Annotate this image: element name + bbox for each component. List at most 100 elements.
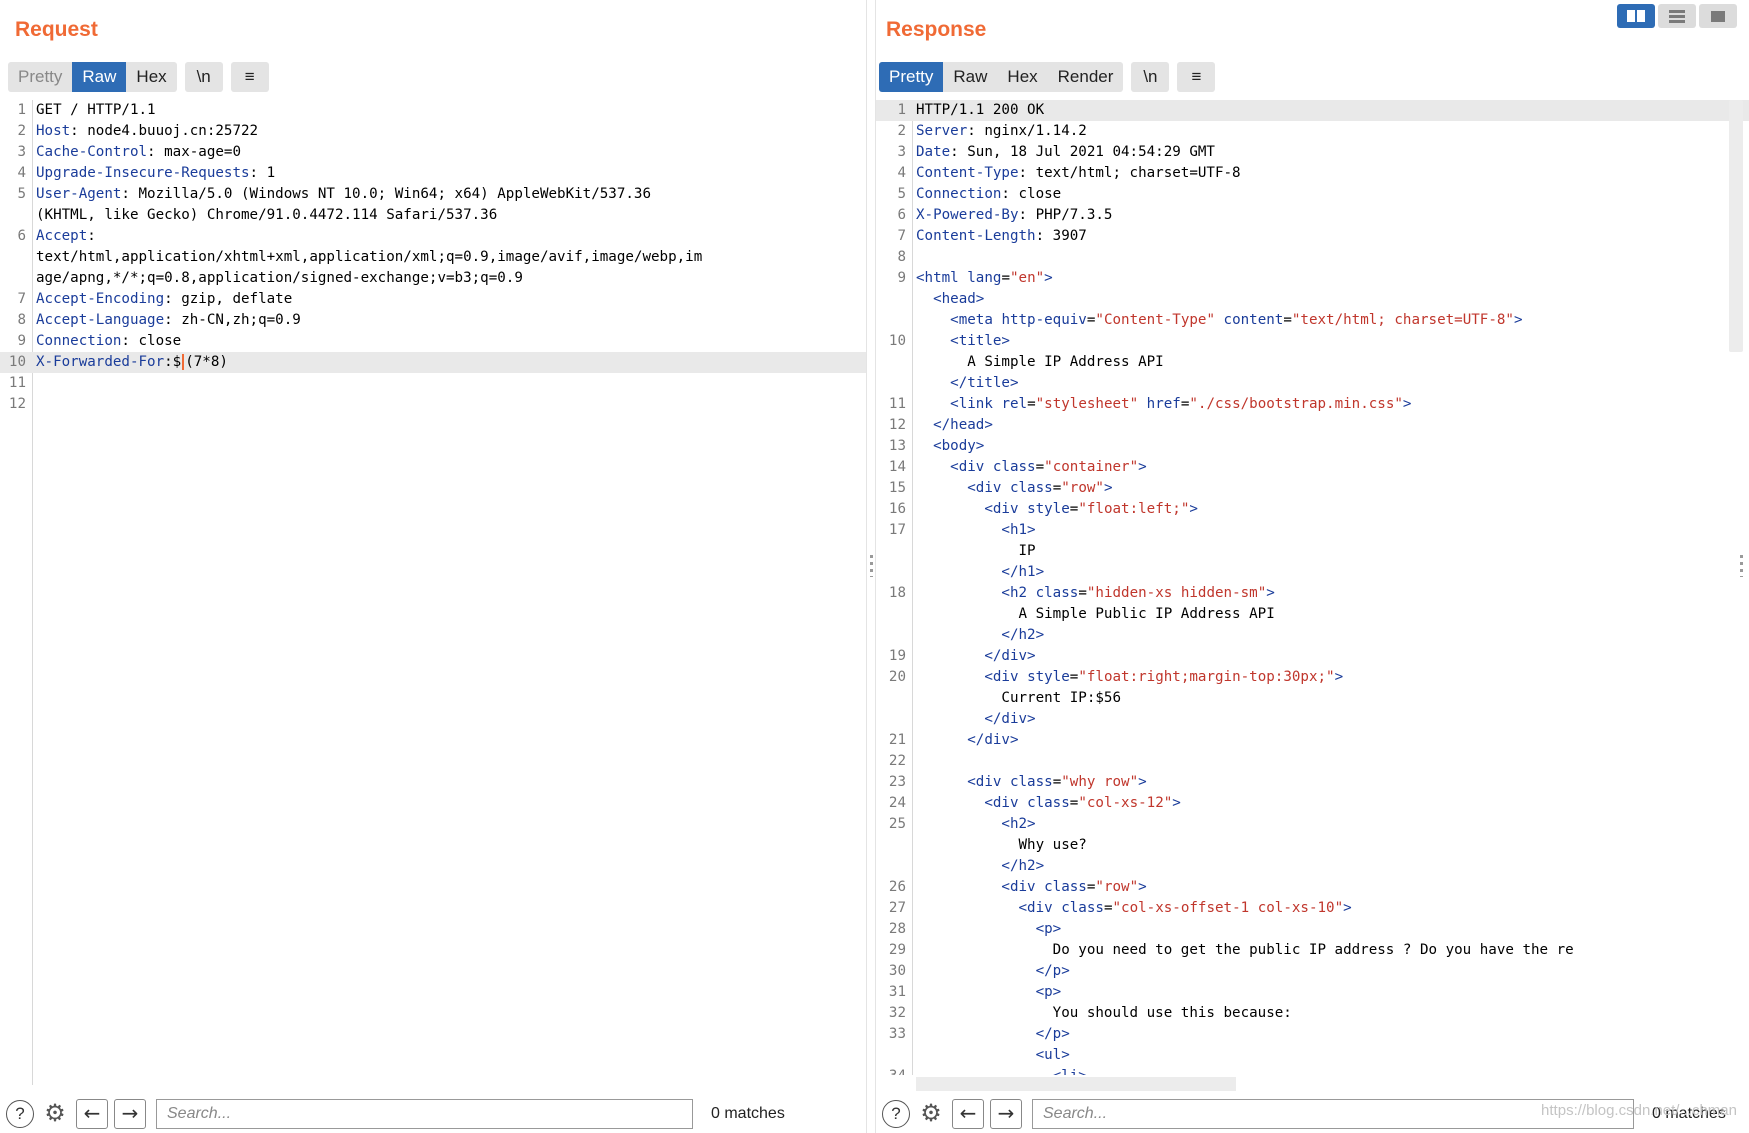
editor-line: 34 <li> <box>876 1066 1749 1075</box>
line-number: 16 <box>888 501 906 517</box>
response-tab-pretty[interactable]: Pretty <box>879 62 944 92</box>
line-number: 9 <box>897 270 906 286</box>
editor-line: 32 You should use this because: <box>876 1003 1749 1024</box>
line-code: X-Powered-By: PHP/7.3.5 <box>916 205 1725 226</box>
gear-icon[interactable]: ⚙ <box>40 1099 70 1129</box>
line-number: 11 <box>888 396 906 412</box>
editor-line: 28 <p> <box>876 919 1749 940</box>
response-menu-icon[interactable]: ≡ <box>1177 62 1216 92</box>
line-code: <li> <box>916 1066 1725 1075</box>
editor-line: 19 </div> <box>876 646 1749 667</box>
html-text: = <box>1052 480 1062 496</box>
html-text <box>916 333 950 349</box>
right-edge-grip-icon <box>1740 555 1743 577</box>
html-tag: </p> <box>1035 963 1070 979</box>
editor-line: 31 <p> <box>876 982 1749 1003</box>
response-pane: Response Pretty Raw Hex Render \n ≡ 1 HTT… <box>876 0 1749 1133</box>
editor-line: 1 HTTP/1.1 200 OK <box>876 100 1749 121</box>
header-name: Connection <box>36 333 122 349</box>
help-icon[interactable]: ? <box>6 1100 34 1128</box>
layout-side-by-side-icon[interactable] <box>1617 4 1655 28</box>
request-editor[interactable]: 1 GET / HTTP/1.1 2 Host: node4.buuoj.cn:257… <box>0 100 866 1085</box>
html-tag: > <box>1138 459 1147 475</box>
gear-icon[interactable]: ⚙ <box>916 1099 946 1129</box>
layout-stacked-icon[interactable] <box>1658 4 1696 28</box>
html-text: = <box>1035 459 1045 475</box>
html-tag: <div <box>967 774 1002 790</box>
line-number: 1 <box>17 102 26 118</box>
html-tag: <div <box>984 795 1019 811</box>
html-tag: <div <box>1001 879 1036 895</box>
editor-line: 8 Accept-Language: zh-CN,zh;q=0.9 <box>0 310 866 331</box>
line-code: <div class="row"> <box>916 478 1725 499</box>
html-attr: class <box>1009 774 1053 790</box>
html-attr: style <box>1027 669 1070 685</box>
layout-tabs-icon[interactable] <box>1699 4 1737 28</box>
header-name: Date <box>916 144 951 160</box>
line-code: Accept-Encoding: gzip, deflate <box>36 289 866 310</box>
html-text <box>916 480 967 496</box>
burp-repeater-view: Request Pretty Raw Hex \n ≡ 1 GET / HTTP/… <box>0 0 1749 1133</box>
layout-switcher <box>1614 4 1737 28</box>
editor-line: 21 </div> <box>876 730 1749 751</box>
request-menu-icon[interactable]: ≡ <box>230 62 269 92</box>
html-text <box>916 627 1001 643</box>
editor-line: 25 <h2> <box>876 814 1749 835</box>
html-text <box>1019 669 1028 685</box>
editor-line: <meta http-equiv="Content-Type" content=… <box>876 310 1749 331</box>
header-name: Content-Length <box>916 228 1036 244</box>
line-number: 2 <box>17 123 26 139</box>
forward-arrow-icon[interactable]: → <box>114 1099 146 1129</box>
header-value-cont: (7*8) <box>185 354 228 370</box>
header-value: nginx/1.14.2 <box>975 123 1087 139</box>
line-number: 21 <box>888 732 906 748</box>
html-text <box>916 564 1001 580</box>
header-colon: : <box>121 186 130 202</box>
request-title: Request <box>15 18 98 41</box>
line-code: <div style="float:left;"> <box>916 499 1725 520</box>
editor-line: 8 <box>876 247 1749 268</box>
html-tag: > <box>1138 879 1147 895</box>
line-number: 3 <box>897 144 906 160</box>
line-code: Current IP:$56 <box>916 688 1725 709</box>
html-text <box>1138 396 1147 412</box>
response-vertical-scrollbar[interactable] <box>1729 100 1743 352</box>
response-newline-toggle[interactable]: \n <box>1131 62 1170 92</box>
response-tab-render[interactable]: Render <box>1048 62 1124 92</box>
request-newline-toggle[interactable]: \n <box>184 62 223 92</box>
response-horizontal-scrollbar[interactable] <box>916 1077 1236 1091</box>
help-icon[interactable]: ? <box>882 1100 910 1128</box>
editor-line: 33 </p> <box>876 1024 1749 1045</box>
back-arrow-icon[interactable]: ← <box>76 1099 108 1129</box>
line-number: 33 <box>888 1026 906 1042</box>
response-editor[interactable]: 1 HTTP/1.1 200 OK 2 Server: nginx/1.14.2 3 Da… <box>876 100 1749 1075</box>
header-colon: : <box>147 144 156 160</box>
request-toolbar: Pretty Raw Hex \n ≡ <box>8 62 277 92</box>
header-colon: : <box>164 291 173 307</box>
html-text: You should use this because: <box>916 1005 1292 1021</box>
editor-line: 26 <div class="row"> <box>876 877 1749 898</box>
line-code: User-Agent: Mozilla/5.0 (Windows NT 10.0… <box>36 184 866 205</box>
line-number: 8 <box>897 249 906 265</box>
pane-splitter[interactable] <box>866 0 876 1133</box>
request-search-input[interactable] <box>156 1099 693 1129</box>
back-arrow-icon[interactable]: ← <box>952 1099 984 1129</box>
request-tab-raw[interactable]: Raw <box>72 62 127 92</box>
line-number: 1 <box>897 102 906 118</box>
request-tab-hex[interactable]: Hex <box>126 62 176 92</box>
editor-line: 18 <h2 class="hidden-xs hidden-sm"> <box>876 583 1749 604</box>
forward-arrow-icon[interactable]: → <box>990 1099 1022 1129</box>
html-tag: <meta <box>950 312 993 328</box>
request-tab-pretty[interactable]: Pretty <box>8 62 72 92</box>
line-code: GET / HTTP/1.1 <box>36 100 866 121</box>
response-tab-raw[interactable]: Raw <box>943 62 997 92</box>
html-text: = <box>1078 585 1087 601</box>
line-code: <h2 class="hidden-xs hidden-sm"> <box>916 583 1725 604</box>
header-name: Host <box>36 123 71 139</box>
header-value: text/html,application/xhtml+xml,applicat… <box>36 249 703 265</box>
response-tab-hex[interactable]: Hex <box>997 62 1047 92</box>
html-text: A Simple IP Address API <box>916 354 1164 370</box>
html-attr-value: "col-xs-offset-1 col-xs-10" <box>1112 900 1344 916</box>
line-number: 20 <box>888 669 906 685</box>
editor-line: 7 Content-Length: 3907 <box>876 226 1749 247</box>
